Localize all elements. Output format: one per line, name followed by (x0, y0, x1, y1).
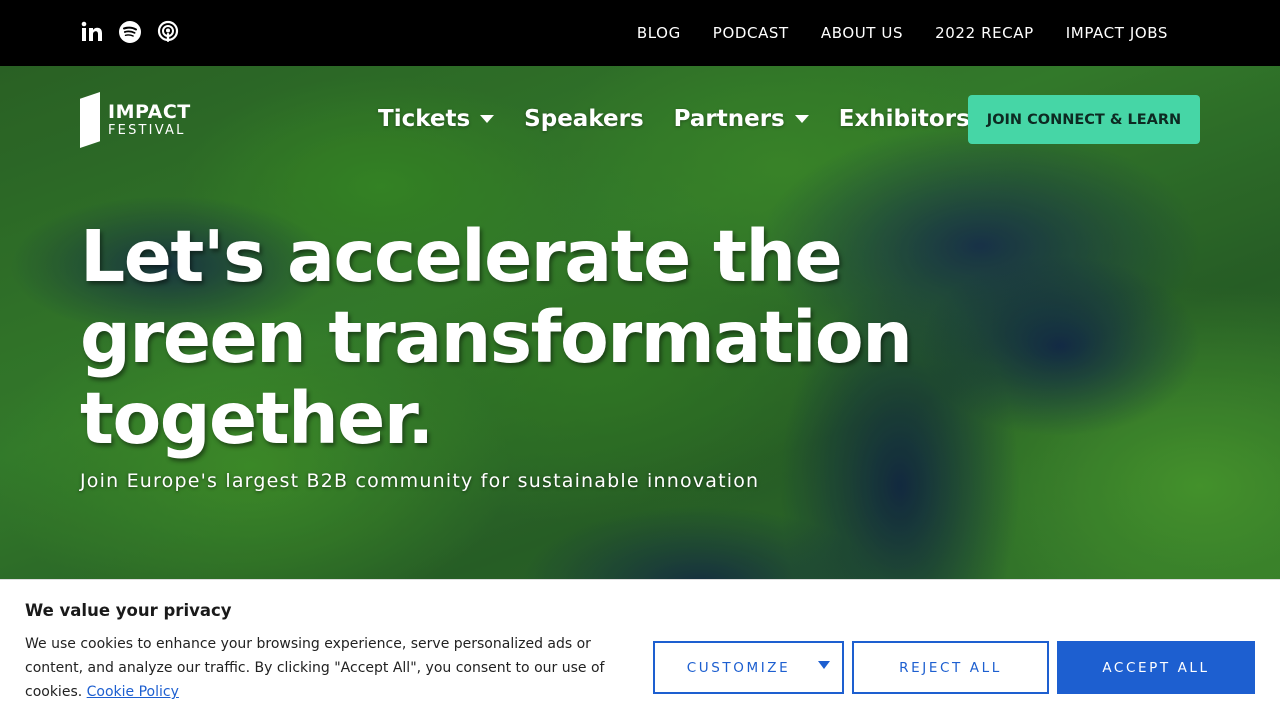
top-link-2022-recap[interactable]: 2022 RECAP (935, 24, 1034, 42)
top-link-impact-jobs[interactable]: IMPACT JOBS (1066, 24, 1168, 42)
logo-mark-icon (80, 92, 100, 148)
headline-line-2: green transformation (80, 296, 913, 379)
chevron-down-icon (480, 115, 495, 123)
spotify-icon[interactable] (118, 20, 142, 44)
top-link-podcast[interactable]: PODCAST (713, 24, 789, 42)
headline-line-3: together. (80, 377, 434, 460)
hero-subline: Join Europe's largest B2B community for … (80, 470, 760, 492)
linkedin-icon[interactable] (80, 20, 104, 44)
logo-line-1: IMPACT (108, 101, 191, 123)
logo-text: IMPACT FESTIVAL (108, 101, 191, 138)
join-connect-learn-button[interactable]: JOIN CONNECT & LEARN (968, 95, 1200, 144)
cookie-banner: We value your privacy We use cookies to … (0, 579, 1280, 720)
main-nav: Tickets Speakers Partners Exhibitors (378, 106, 994, 132)
top-nav: BLOG PODCAST ABOUT US 2022 RECAP IMPACT … (637, 24, 1168, 42)
cookie-policy-link[interactable]: Cookie Policy (87, 684, 179, 700)
podcast-icon[interactable] (156, 20, 180, 44)
nav-item-label: Exhibitors (838, 106, 970, 132)
social-links (80, 20, 180, 44)
logo-line-2: FESTIVAL (108, 123, 186, 138)
chevron-down-icon (794, 115, 809, 123)
hero-headline: Let's accelerate the green transformatio… (80, 216, 980, 459)
nav-item-label: Speakers (524, 106, 644, 132)
reject-all-button[interactable]: REJECT ALL (852, 641, 1049, 694)
accept-all-button[interactable]: ACCEPT ALL (1057, 641, 1255, 694)
cookie-title: We value your privacy (25, 601, 232, 620)
nav-item-speakers[interactable]: Speakers (524, 106, 643, 132)
customize-label: CUSTOMIZE (686, 659, 791, 676)
caret-down-icon (818, 661, 830, 669)
top-link-blog[interactable]: BLOG (637, 24, 681, 42)
nav-item-label: Partners (673, 106, 785, 132)
headline-line-1: Let's accelerate the (80, 215, 843, 298)
nav-item-partners[interactable]: Partners (674, 106, 809, 132)
top-link-about-us[interactable]: ABOUT US (821, 24, 903, 42)
nav-item-label: Tickets (378, 106, 471, 132)
customize-button[interactable]: CUSTOMIZE (653, 641, 844, 694)
site-logo[interactable]: IMPACT FESTIVAL (80, 92, 191, 148)
nav-item-tickets[interactable]: Tickets (378, 106, 495, 132)
cookie-text: We use cookies to enhance your browsing … (25, 632, 645, 704)
top-bar: BLOG PODCAST ABOUT US 2022 RECAP IMPACT … (0, 0, 1280, 66)
